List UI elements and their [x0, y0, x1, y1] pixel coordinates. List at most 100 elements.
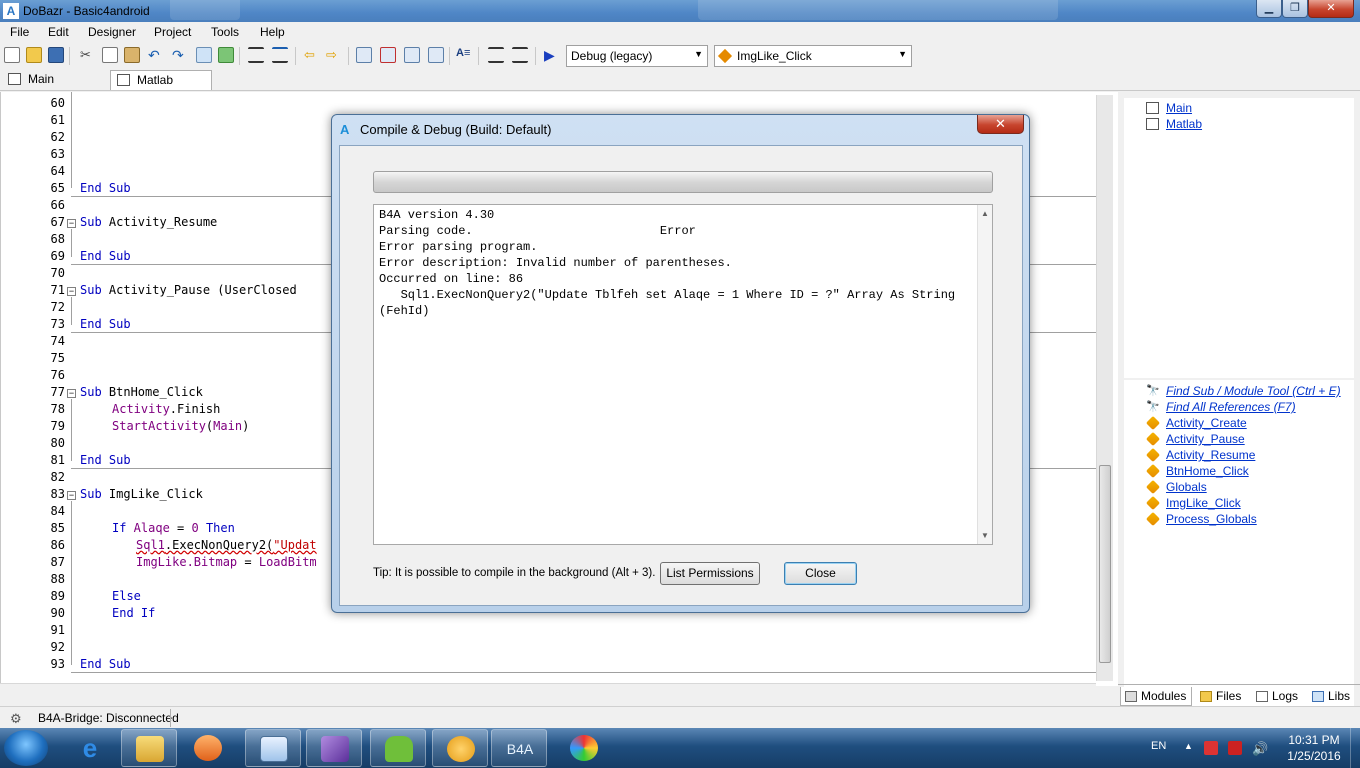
close-button[interactable]: Close — [784, 562, 857, 585]
menu-tools[interactable]: Tools — [211, 25, 239, 39]
list-permissions-button[interactable]: List Permissions — [660, 562, 760, 585]
remove-bookmark-icon[interactable] — [380, 47, 396, 63]
sub-link-activity-resume[interactable]: Activity_Resume — [1166, 448, 1255, 462]
taskbar-explorer[interactable] — [121, 729, 177, 767]
taskbar-b4a[interactable]: B4A — [491, 729, 547, 767]
copy-icon[interactable] — [102, 47, 118, 63]
find-sub-link[interactable]: Find Sub / Module Tool (Ctrl + E) — [1166, 384, 1341, 398]
clock-date[interactable]: 1/25/2016 — [1278, 749, 1350, 763]
scroll-up-icon[interactable]: ▲ — [981, 209, 989, 218]
module-icon — [117, 74, 130, 86]
sub-link-imglike-click[interactable]: ImgLike_Click — [1166, 496, 1241, 510]
forward-icon[interactable]: ⇨ — [326, 47, 342, 63]
fold-toggle[interactable]: − — [67, 389, 76, 398]
tab-label: Logs — [1272, 689, 1299, 703]
cut-icon[interactable]: ✂ — [80, 47, 96, 63]
scroll-thumb[interactable] — [1099, 465, 1111, 663]
redo-icon[interactable]: ↷ — [172, 47, 188, 63]
action-center-icon[interactable] — [1204, 741, 1218, 755]
fold-toggle[interactable]: − — [67, 219, 76, 228]
sub-link-btnhome-click[interactable]: BtnHome_Click — [1166, 464, 1249, 478]
taskbar-media-player[interactable] — [180, 729, 236, 767]
sub-link-globals[interactable]: Globals — [1166, 480, 1207, 494]
taskbar-app[interactable] — [432, 729, 488, 767]
open-folder-icon[interactable] — [26, 47, 42, 63]
save-icon[interactable] — [48, 47, 64, 63]
clock-time[interactable]: 10:31 PM — [1284, 733, 1344, 747]
menu-designer[interactable]: Designer — [88, 25, 136, 39]
taskbar-android[interactable] — [370, 729, 426, 767]
network-icon[interactable] — [1228, 741, 1242, 755]
function: LoadBitm — [258, 555, 317, 569]
editor-horizontal-scrollbar[interactable] — [0, 683, 1096, 699]
b4a-icon: A — [340, 122, 350, 137]
comment-icon[interactable] — [248, 47, 264, 63]
taskbar-paint[interactable] — [556, 729, 612, 767]
sub-separator — [71, 672, 1097, 673]
sub-link-activity-pause[interactable]: Activity_Pause — [1166, 432, 1245, 446]
taskbar-visual-studio[interactable] — [306, 729, 362, 767]
minimize-button[interactable]: ▁ — [1256, 0, 1282, 18]
uncomment-icon[interactable] — [272, 47, 288, 63]
show-desktop-button[interactable] — [1350, 728, 1360, 768]
tab-logs[interactable]: Logs — [1252, 687, 1306, 706]
compile-output[interactable]: B4A version 4.30 Parsing code. Error Err… — [373, 204, 993, 545]
code-line-65: End Sub — [80, 181, 131, 195]
fold-toggle[interactable]: − — [67, 491, 76, 500]
indent-icon[interactable] — [488, 47, 504, 63]
menu-file[interactable]: File — [10, 25, 29, 39]
start-button[interactable] — [4, 730, 48, 766]
prev-bookmark-icon[interactable] — [428, 47, 444, 63]
close-window-button[interactable]: ✕ — [1308, 0, 1354, 18]
chevron-down-icon: ▼ — [694, 49, 703, 59]
sub-icon — [1145, 495, 1161, 511]
language-indicator[interactable]: EN — [1151, 740, 1166, 752]
volume-icon[interactable]: 🔊 — [1252, 741, 1268, 756]
new-file-icon[interactable] — [4, 47, 20, 63]
identifier: Activity_Pause (UserClosed — [101, 283, 304, 297]
run-icon[interactable]: ▶ — [544, 47, 560, 63]
font-icon[interactable]: A≡ — [456, 47, 472, 63]
logs-icon — [1256, 691, 1268, 702]
maximize-button[interactable]: ❐ — [1282, 0, 1308, 18]
menu-project[interactable]: Project — [154, 25, 191, 39]
code-line-93: End Sub — [80, 657, 131, 671]
add-module-icon[interactable] — [218, 47, 234, 63]
output-scrollbar[interactable]: ▲ ▼ — [977, 205, 992, 544]
tab-modules[interactable]: Modules — [1120, 687, 1192, 706]
find-references-link[interactable]: Find All References (F7) — [1166, 400, 1296, 414]
module-link-main[interactable]: Main — [1166, 101, 1192, 115]
outdent-icon[interactable] — [512, 47, 528, 63]
module-link-matlab[interactable]: Matlab — [1166, 117, 1202, 131]
tab-matlab[interactable]: Matlab — [110, 70, 212, 90]
sub-selector[interactable]: ImgLike_Click ▼ — [714, 45, 912, 67]
dialog-close-button[interactable]: ✕ — [977, 115, 1024, 134]
back-icon[interactable]: ⇦ — [304, 47, 320, 63]
scroll-down-icon[interactable]: ▼ — [981, 531, 989, 540]
paste-icon[interactable] — [124, 47, 140, 63]
menu-edit[interactable]: Edit — [48, 25, 69, 39]
tab-main[interactable]: Main — [2, 70, 102, 90]
tray-expand-icon[interactable]: ▲ — [1184, 741, 1198, 755]
dialog-title: Compile & Debug (Build: Default) — [360, 122, 552, 137]
tab-files[interactable]: Files — [1196, 687, 1250, 706]
taskbar-notepad[interactable] — [245, 729, 301, 767]
code-line-77: Sub BtnHome_Click — [80, 385, 203, 399]
build-config-select[interactable]: Debug (legacy) ▼ — [566, 45, 708, 67]
code-line-79: StartActivity(Main) — [112, 419, 249, 433]
tab-libs[interactable]: Libs — [1308, 687, 1358, 706]
fold-toggle[interactable]: − — [67, 287, 76, 296]
module-icon — [1146, 102, 1159, 114]
sub-icon — [1145, 511, 1161, 527]
sub-link-process-globals[interactable]: Process_Globals — [1166, 512, 1257, 526]
editor-vertical-scrollbar[interactable] — [1096, 95, 1113, 681]
menu-help[interactable]: Help — [260, 25, 285, 39]
undo-icon[interactable]: ↶ — [148, 47, 164, 63]
sub-link-activity-create[interactable]: Activity_Create — [1166, 416, 1247, 430]
find-icon[interactable] — [196, 47, 212, 63]
next-bookmark-icon[interactable] — [404, 47, 420, 63]
taskbar-ie[interactable]: e — [62, 729, 118, 767]
bookmark-icon[interactable] — [356, 47, 372, 63]
output-line: (FehId) — [379, 304, 430, 318]
line-number: 88 — [50, 572, 65, 586]
